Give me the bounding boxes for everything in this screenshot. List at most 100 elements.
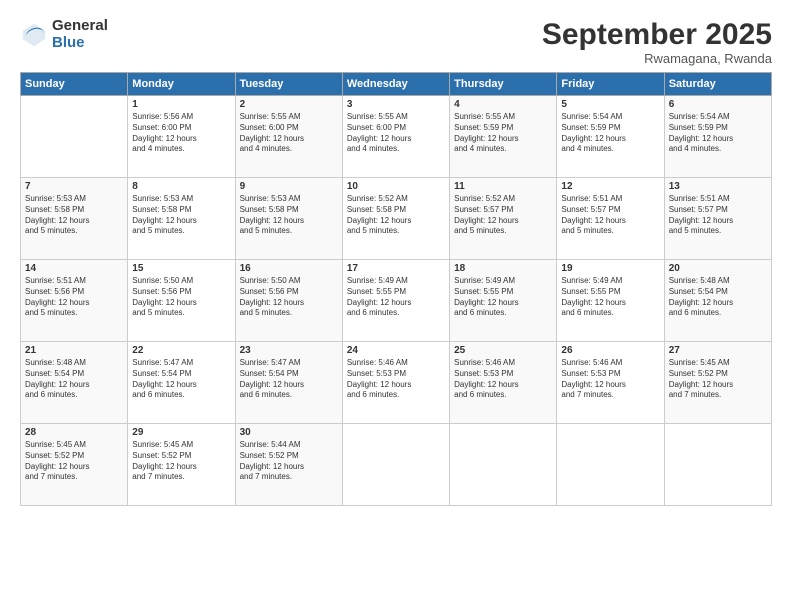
calendar-cell: 30 Sunrise: 5:44 AMSunset: 5:52 PMDayligh… [235, 424, 342, 506]
day-number: 25 [454, 345, 552, 356]
day-header-thursday: Thursday [450, 73, 557, 96]
calendar-cell: 25Sunrise: 5:46 AMSunset: 5:53 PMDayligh… [450, 342, 557, 424]
calendar-cell: 24Sunrise: 5:46 AMSunset: 5:53 PMDayligh… [342, 342, 449, 424]
calendar-cell: 11 Sunrise: 5:52 AMSunset: 5:57 PMDayligh… [450, 178, 557, 260]
title-block: September 2025 Rwamagana, Rwanda [542, 18, 772, 66]
day-number: 13 [669, 181, 767, 192]
calendar-cell: 15 Sunrise: 5:50 AMSunset: 5:56 PMDayligh… [128, 260, 235, 342]
calendar-cell: 21 Sunrise: 5:48 AMSunset: 5:54 PMDayligh… [21, 342, 128, 424]
calendar-cell: 2Sunrise: 5:55 AMSunset: 6:00 PMDaylight… [235, 96, 342, 178]
calendar-cell: 27 Sunrise: 5:45 AMSunset: 5:52 PMDayligh… [664, 342, 771, 424]
month-title: September 2025 [542, 18, 772, 51]
day-number: 8 [132, 181, 230, 192]
cell-details: Sunrise: 5:48 AMSunset: 5:54 PMDaylight:… [669, 276, 767, 319]
cell-details: Sunrise: 5:47 AMSunset: 5:54 PMDaylight:… [240, 358, 338, 401]
day-header-friday: Friday [557, 73, 664, 96]
cell-details: Sunrise: 5:45 AMSunset: 5:52 PMDaylight:… [669, 358, 767, 401]
day-number: 3 [347, 99, 445, 110]
day-number: 27 [669, 345, 767, 356]
week-row-1: 7 Sunrise: 5:53 AMSunset: 5:58 PMDaylight… [21, 178, 772, 260]
day-header-monday: Monday [128, 73, 235, 96]
cell-details: Sunrise: 5:52 AMSunset: 5:57 PMDaylight:… [454, 194, 552, 237]
calendar-cell: 5Sunrise: 5:54 AMSunset: 5:59 PMDaylight… [557, 96, 664, 178]
calendar-cell: 3 Sunrise: 5:55 AMSunset: 6:00 PMDaylight… [342, 96, 449, 178]
cell-details: Sunrise: 5:45 AMSunset: 5:52 PMDaylight:… [25, 440, 123, 483]
cell-details: Sunrise: 5:44 AMSunset: 5:52 PMDaylight:… [240, 440, 338, 483]
day-number: 12 [561, 181, 659, 192]
day-header-sunday: Sunday [21, 73, 128, 96]
calendar-cell: 22 Sunrise: 5:47 AMSunset: 5:54 PMDayligh… [128, 342, 235, 424]
calendar-cell: 26 Sunrise: 5:46 AMSunset: 5:53 PMDayligh… [557, 342, 664, 424]
calendar-cell: 14Sunrise: 5:51 AMSunset: 5:56 PMDayligh… [21, 260, 128, 342]
calendar-cell: 23 Sunrise: 5:47 AMSunset: 5:54 PMDayligh… [235, 342, 342, 424]
cell-details: Sunrise: 5:55 AMSunset: 5:59 PMDaylight:… [454, 112, 552, 155]
cell-details: Sunrise: 5:54 AMSunset: 5:59 PMDaylight:… [561, 112, 659, 155]
cell-details: Sunrise: 5:51 AMSunset: 5:57 PMDaylight:… [561, 194, 659, 237]
cell-details: Sunrise: 5:49 AMSunset: 5:55 PMDaylight:… [347, 276, 445, 319]
day-number: 10 [347, 181, 445, 192]
calendar-cell [557, 424, 664, 506]
calendar-cell [450, 424, 557, 506]
location-subtitle: Rwamagana, Rwanda [542, 51, 772, 66]
calendar-cell: 7 Sunrise: 5:53 AMSunset: 5:58 PMDaylight… [21, 178, 128, 260]
cell-details: Sunrise: 5:46 AMSunset: 5:53 PMDaylight:… [561, 358, 659, 401]
logo-text: General Blue [52, 18, 108, 51]
calendar-cell: 9 Sunrise: 5:53 AMSunset: 5:58 PMDaylight… [235, 178, 342, 260]
cell-details: Sunrise: 5:53 AMSunset: 5:58 PMDaylight:… [240, 194, 338, 237]
day-number: 15 [132, 263, 230, 274]
cell-details: Sunrise: 5:49 AMSunset: 5:55 PMDaylight:… [454, 276, 552, 319]
cell-details: Sunrise: 5:46 AMSunset: 5:53 PMDaylight:… [347, 358, 445, 401]
cell-details: Sunrise: 5:55 AMSunset: 6:00 PMDaylight:… [347, 112, 445, 155]
calendar-cell: 12 Sunrise: 5:51 AMSunset: 5:57 PMDayligh… [557, 178, 664, 260]
day-number: 19 [561, 263, 659, 274]
calendar-cell: 4 Sunrise: 5:55 AMSunset: 5:59 PMDaylight… [450, 96, 557, 178]
header-row-days: SundayMondayTuesdayWednesdayThursdayFrid… [21, 73, 772, 96]
day-number: 26 [561, 345, 659, 356]
week-row-2: 14Sunrise: 5:51 AMSunset: 5:56 PMDayligh… [21, 260, 772, 342]
day-number: 20 [669, 263, 767, 274]
calendar-cell: 19Sunrise: 5:49 AMSunset: 5:55 PMDayligh… [557, 260, 664, 342]
header-row: General Blue September 2025 Rwamagana, R… [20, 18, 772, 66]
day-number: 30 [240, 427, 338, 438]
logo: General Blue [20, 18, 108, 51]
calendar-cell [342, 424, 449, 506]
cell-details: Sunrise: 5:50 AMSunset: 5:56 PMDaylight:… [132, 276, 230, 319]
day-header-wednesday: Wednesday [342, 73, 449, 96]
week-row-3: 21 Sunrise: 5:48 AMSunset: 5:54 PMDayligh… [21, 342, 772, 424]
day-number: 28 [25, 427, 123, 438]
logo-icon [20, 21, 48, 49]
logo-general: General [52, 18, 108, 35]
day-number: 7 [25, 181, 123, 192]
calendar-cell: 28 Sunrise: 5:45 AMSunset: 5:52 PMDayligh… [21, 424, 128, 506]
day-number: 17 [347, 263, 445, 274]
cell-details: Sunrise: 5:53 AMSunset: 5:58 PMDaylight:… [25, 194, 123, 237]
day-number: 11 [454, 181, 552, 192]
calendar-cell: 10Sunrise: 5:52 AMSunset: 5:58 PMDayligh… [342, 178, 449, 260]
calendar-cell [21, 96, 128, 178]
page: General Blue September 2025 Rwamagana, R… [0, 0, 792, 612]
calendar-cell: 6 Sunrise: 5:54 AMSunset: 5:59 PMDaylight… [664, 96, 771, 178]
cell-details: Sunrise: 5:45 AMSunset: 5:52 PMDaylight:… [132, 440, 230, 483]
cell-details: Sunrise: 5:47 AMSunset: 5:54 PMDaylight:… [132, 358, 230, 401]
calendar-cell: 8 Sunrise: 5:53 AMSunset: 5:58 PMDaylight… [128, 178, 235, 260]
day-number: 29 [132, 427, 230, 438]
cell-details: Sunrise: 5:56 AMSunset: 6:00 PMDaylight:… [132, 112, 230, 155]
cell-details: Sunrise: 5:51 AMSunset: 5:56 PMDaylight:… [25, 276, 123, 319]
day-number: 6 [669, 99, 767, 110]
calendar-cell: 20 Sunrise: 5:48 AMSunset: 5:54 PMDayligh… [664, 260, 771, 342]
day-number: 23 [240, 345, 338, 356]
day-number: 22 [132, 345, 230, 356]
cell-details: Sunrise: 5:48 AMSunset: 5:54 PMDaylight:… [25, 358, 123, 401]
calendar-cell: 1 Sunrise: 5:56 AMSunset: 6:00 PMDaylight… [128, 96, 235, 178]
day-number: 4 [454, 99, 552, 110]
day-number: 1 [132, 99, 230, 110]
cell-details: Sunrise: 5:54 AMSunset: 5:59 PMDaylight:… [669, 112, 767, 155]
cell-details: Sunrise: 5:53 AMSunset: 5:58 PMDaylight:… [132, 194, 230, 237]
day-header-saturday: Saturday [664, 73, 771, 96]
calendar-cell [664, 424, 771, 506]
cell-details: Sunrise: 5:50 AMSunset: 5:56 PMDaylight:… [240, 276, 338, 319]
calendar-table: SundayMondayTuesdayWednesdayThursdayFrid… [20, 72, 772, 506]
day-number: 21 [25, 345, 123, 356]
calendar-cell: 16Sunrise: 5:50 AMSunset: 5:56 PMDayligh… [235, 260, 342, 342]
day-number: 9 [240, 181, 338, 192]
